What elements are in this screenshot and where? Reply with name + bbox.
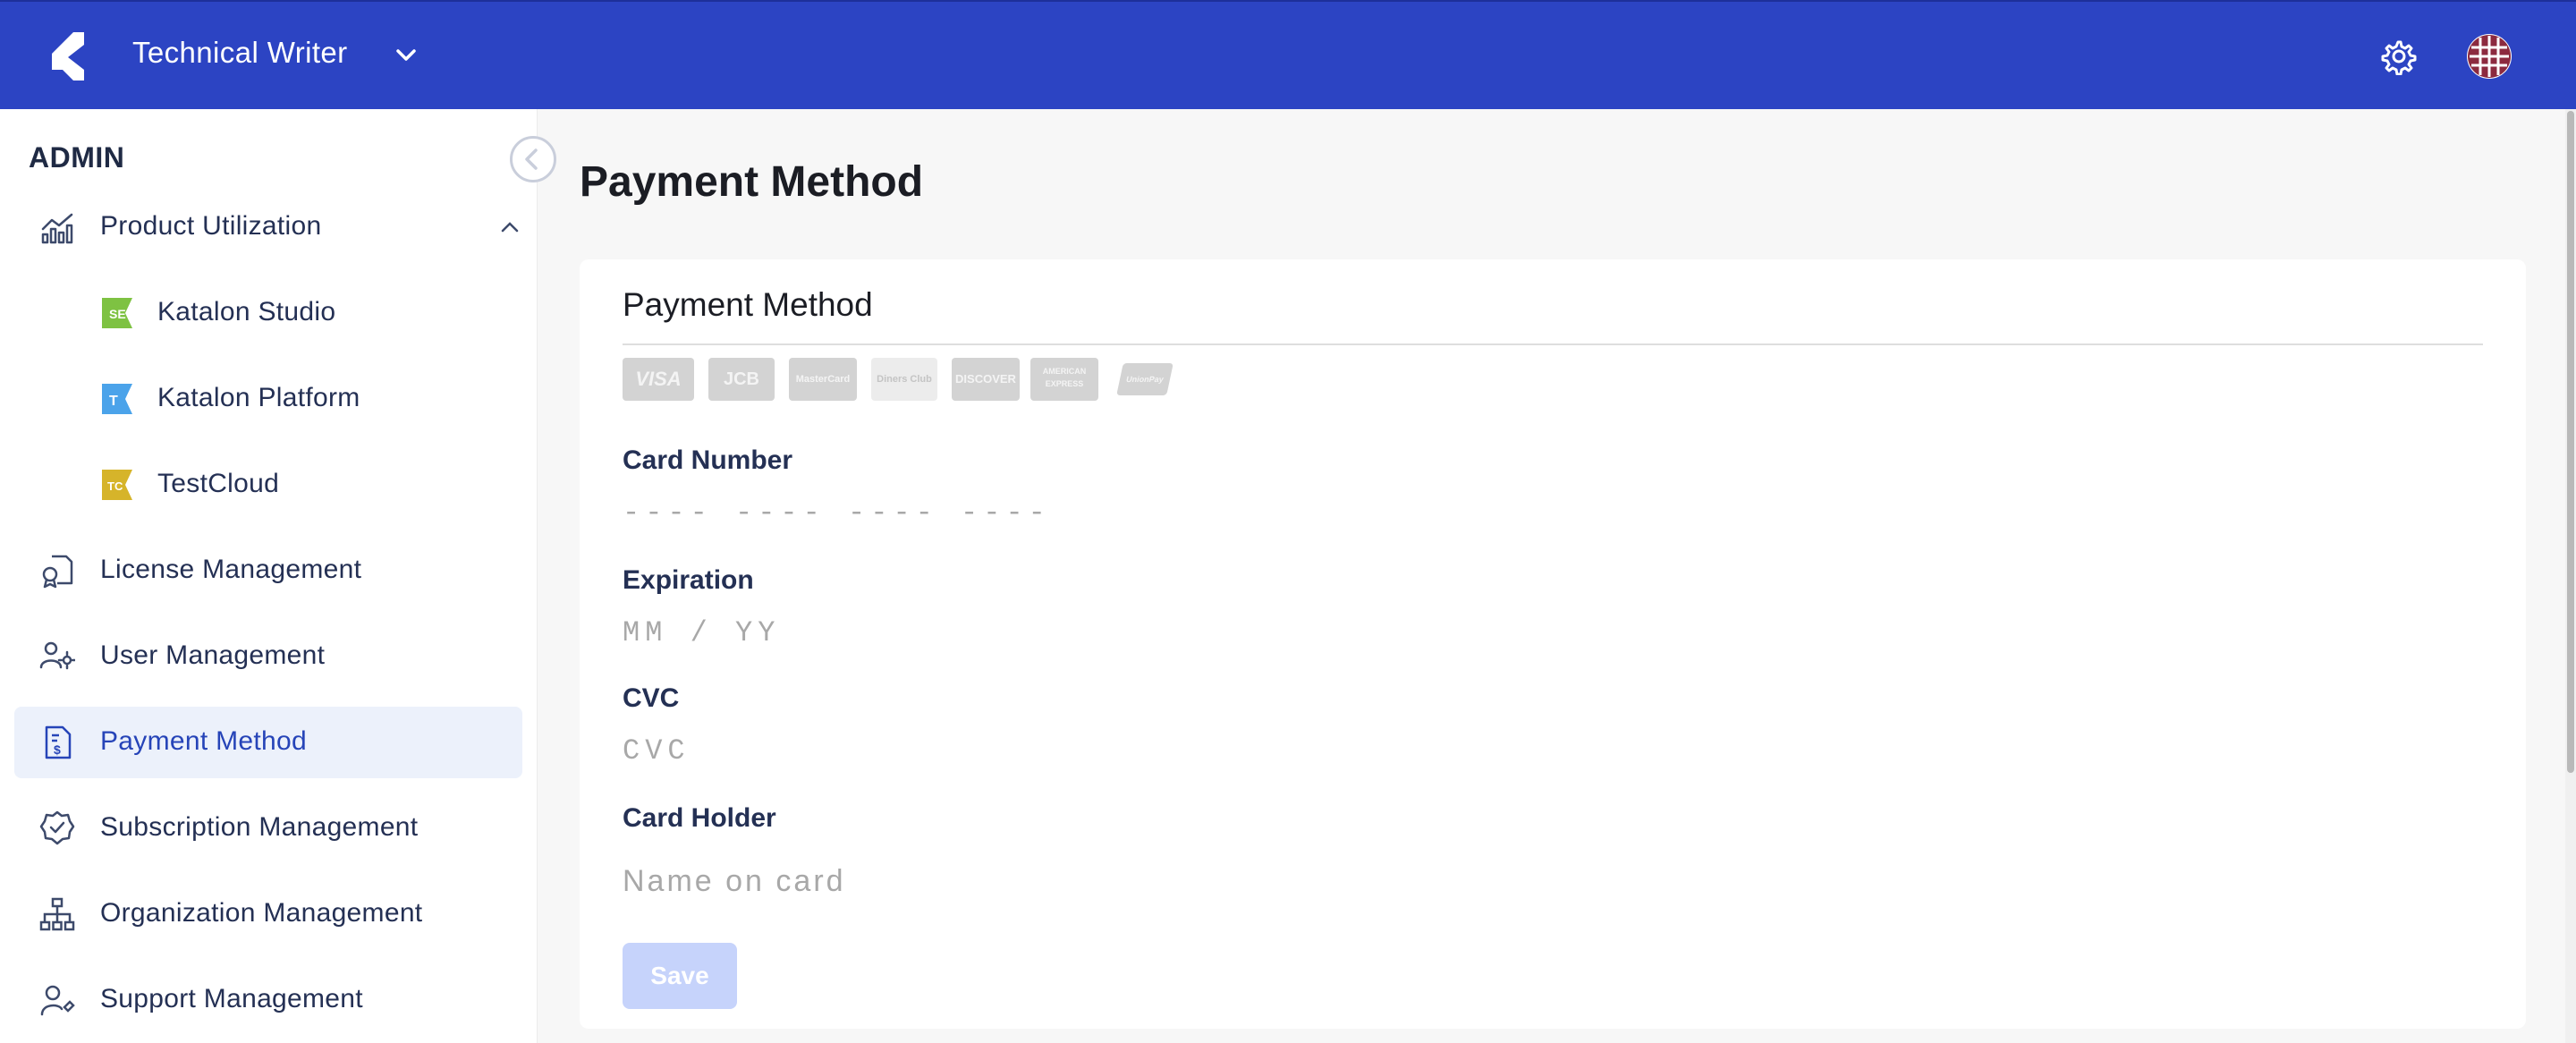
- sidebar-item-payment-method[interactable]: $ Payment Method: [14, 707, 522, 778]
- sidebar-item-label: User Management: [100, 640, 326, 670]
- card-number-input[interactable]: [623, 490, 1875, 535]
- page-title: Payment Method: [580, 158, 924, 206]
- sidebar-item-label: Subscription Management: [100, 812, 419, 842]
- org-name[interactable]: Technical Writer: [132, 36, 348, 70]
- sidebar-item-label: Product Utilization: [100, 211, 322, 241]
- cvc-input[interactable]: [623, 728, 1875, 773]
- avatar-pattern-icon: [2468, 35, 2511, 78]
- sidebar-item-label: Katalon Studio: [157, 297, 336, 326]
- card-holder-label: Card Holder: [623, 803, 776, 833]
- invoice-dollar-icon: $: [45, 725, 72, 759]
- unionpay-logo-icon: UnionPay: [1116, 363, 1174, 395]
- expiration-label: Expiration: [623, 565, 754, 595]
- sidebar-item-license-management[interactable]: License Management: [14, 535, 522, 606]
- sidebar-item-katalon-studio[interactable]: SE Katalon Studio: [14, 277, 522, 349]
- badge-check-icon: [39, 810, 75, 845]
- sidebar-item-label: Katalon Platform: [157, 383, 360, 412]
- diners-club-logo-icon: Diners Club: [871, 358, 937, 401]
- cvc-label: CVC: [623, 683, 680, 713]
- sidebar-item-label: Organization Management: [100, 898, 423, 928]
- sidebar-section-title: ADMIN: [29, 141, 125, 174]
- katalon-platform-icon: T: [102, 384, 132, 414]
- sidebar-item-support-management[interactable]: Support Management: [14, 964, 522, 1036]
- user-gear-icon: [39, 641, 75, 670]
- collapse-sidebar-button[interactable]: [510, 136, 556, 182]
- sidebar-item-user-management[interactable]: User Management: [14, 621, 522, 692]
- svg-text:TC: TC: [107, 479, 123, 493]
- sidebar-item-subscription-management[interactable]: Subscription Management: [14, 793, 522, 864]
- payment-method-card: Payment Method VISA JCB MasterCard Diner…: [580, 259, 2526, 1029]
- sidebar-item-label: TestCloud: [157, 469, 280, 498]
- org-chart-icon: [39, 897, 75, 931]
- user-support-icon: [40, 985, 75, 1016]
- chart-icon: [41, 213, 73, 244]
- chevron-up-icon[interactable]: [497, 215, 522, 240]
- sidebar-item-label: License Management: [100, 555, 362, 584]
- jcb-logo-icon: JCB: [708, 358, 775, 401]
- svg-text:SE: SE: [109, 307, 126, 321]
- card-holder-input[interactable]: [623, 859, 1875, 903]
- svg-text:$: $: [54, 742, 61, 757]
- mastercard-logo-icon: MasterCard: [789, 358, 857, 401]
- sidebar-item-katalon-platform[interactable]: T Katalon Platform: [14, 363, 522, 435]
- chevron-left-icon: [525, 148, 538, 170]
- discover-logo-icon: DISCOVER: [952, 358, 1020, 401]
- amex-logo-icon: AMERICAN EXPRESS: [1030, 358, 1098, 401]
- katalon-studio-icon: SE: [102, 298, 132, 328]
- sidebar-item-label: Support Management: [100, 984, 363, 1013]
- sidebar-item-product-utilization[interactable]: Product Utilization: [14, 191, 522, 263]
- top-bar: Technical Writer: [0, 0, 2576, 109]
- divider: [623, 343, 2483, 345]
- sidebar-item-organization-management[interactable]: Organization Management: [14, 878, 522, 950]
- sidebar-item-testcloud[interactable]: TC TestCloud: [14, 449, 522, 521]
- gear-icon[interactable]: [2379, 38, 2417, 75]
- katalon-logo-icon[interactable]: [48, 30, 88, 82]
- testcloud-icon: TC: [102, 470, 132, 500]
- sidebar: ADMIN Product Utilization SE Katalon Stu…: [0, 109, 538, 1043]
- avatar[interactable]: [2467, 34, 2512, 79]
- scrollbar-thumb[interactable]: [2567, 111, 2574, 773]
- chevron-down-icon[interactable]: [392, 41, 420, 70]
- svg-text:T: T: [109, 394, 118, 409]
- expiration-input[interactable]: [623, 610, 1875, 655]
- sidebar-item-label: Payment Method: [100, 726, 307, 756]
- card-title: Payment Method: [623, 286, 873, 323]
- save-button[interactable]: Save: [623, 943, 737, 1009]
- visa-logo-icon: VISA: [623, 358, 694, 401]
- license-icon: [42, 555, 73, 589]
- card-number-label: Card Number: [623, 445, 793, 475]
